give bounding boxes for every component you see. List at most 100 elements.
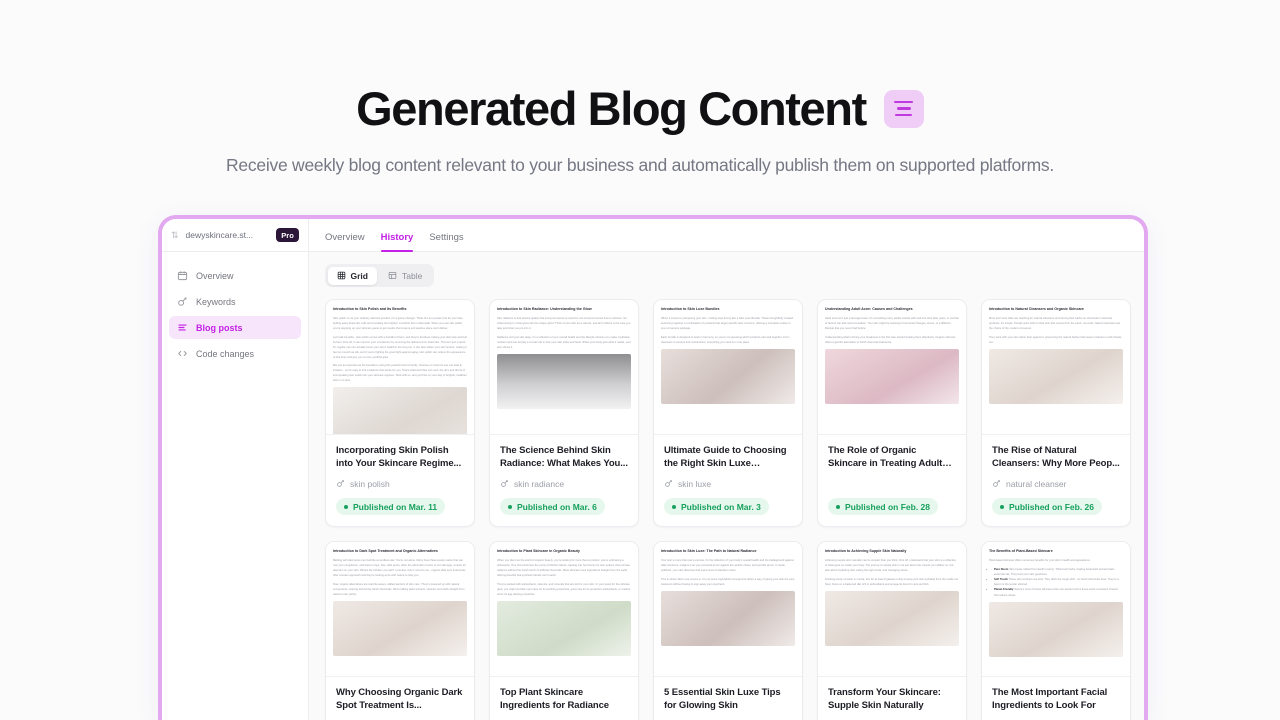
- sidebar-item-blog-posts[interactable]: Blog posts: [169, 316, 301, 339]
- preview-heading: Introduction to Skin Radiance: Understan…: [497, 307, 592, 311]
- page-header: Generated Blog Content Receive weekly bl…: [0, 0, 1280, 176]
- preview-heading: The Benefits of Plant-Based Skincare: [989, 549, 1053, 553]
- preview-paragraph: Drinking plenty of water is crucial, aim…: [825, 577, 959, 586]
- preview-image: [989, 348, 1123, 404]
- card-preview: Introduction to Dark Spot Treatment and …: [326, 542, 474, 677]
- card-keyword: skin polish: [336, 478, 464, 489]
- card-title: Incorporating Skin Polish into Your Skin…: [336, 445, 462, 470]
- card-meta: The Science Behind Skin Radiance: What M…: [490, 435, 638, 526]
- card-meta: Transform Your Skincare: Supple Skin Nat…: [818, 677, 966, 720]
- card-keyword-label: skin polish: [350, 478, 390, 489]
- preview-bullet: Planet-Friendly Nature's trove of these …: [994, 587, 1123, 597]
- status-dot: [1000, 504, 1004, 509]
- view-toggle-grid[interactable]: Grid: [327, 266, 377, 285]
- tab-history[interactable]: History: [380, 232, 413, 252]
- preview-image: [661, 590, 795, 646]
- sidebar-item-label: Overview: [196, 270, 234, 281]
- blog-card[interactable]: Introduction to Natural Cleansers and Or…: [981, 299, 1131, 527]
- view-toggle-grid-label: Grid: [350, 270, 368, 281]
- lines-icon: [178, 324, 187, 331]
- card-keyword-label: natural cleanser: [1006, 478, 1067, 489]
- card-preview: The Benefits of Plant-Based Skincare Plan…: [982, 542, 1130, 677]
- preview-heading: Understanding Adult Acne: Causes and Cha…: [825, 307, 913, 311]
- preview-image: [497, 353, 631, 409]
- status-badge: Published on Mar. 11: [336, 498, 446, 515]
- blog-card[interactable]: Understanding Adult Acne: Causes and Cha…: [817, 299, 967, 527]
- card-title: The Most Important Facial Ingredients to…: [992, 687, 1108, 712]
- preview-image: [333, 600, 467, 656]
- card-keyword-label: skin radiance: [514, 478, 565, 489]
- blog-card[interactable]: Introduction to Dark Spot Treatment and …: [325, 541, 475, 720]
- preview-paragraph: Skin polish is not your ordinary skincar…: [333, 317, 464, 331]
- sidebar-item-label: Keywords: [196, 296, 236, 307]
- card-title: Why Choosing Organic Dark Spot Treatment…: [336, 687, 463, 712]
- preview-paragraph: Radiance isn't just skin deep, it's a re…: [497, 335, 631, 349]
- status-label: Published on Mar. 6: [517, 501, 597, 512]
- status-label: Published on Mar. 11: [353, 501, 438, 512]
- content-area: Grid Table Introduction to Skin Polish a…: [309, 252, 1144, 720]
- preview-image: [825, 348, 959, 404]
- preview-paragraph: This is where Skin Luxe comes in. It's n…: [661, 577, 795, 586]
- card-preview: Introduction to Skin Polish and Its Bene…: [326, 300, 474, 435]
- preview-heading: Introduction to Achieving Supple Skin Na…: [825, 549, 907, 553]
- table-icon: [388, 272, 397, 279]
- app-window: ⇅ dewyskincare.st... Pro Overview Keywor…: [158, 215, 1148, 720]
- blog-card[interactable]: Introduction to Skin Radiance: Understan…: [489, 299, 639, 527]
- preview-paragraph: Plant-based skincare offers numerous ben…: [989, 559, 1091, 563]
- preview-image: [661, 348, 795, 404]
- preview-paragraph: Adult acne isn't just a teenage issue. I…: [825, 317, 959, 331]
- status-badge: Published on Mar. 6: [500, 498, 605, 515]
- card-preview: Introduction to Plant Skincare in Organi…: [490, 542, 638, 677]
- blog-card[interactable]: Introduction to Skin Luxe: The Path to N…: [653, 541, 803, 720]
- preview-paragraph: When you dive into the world of organic …: [497, 559, 630, 578]
- preview-paragraph: Each bundle is designed to work in harmo…: [661, 335, 790, 344]
- blog-card[interactable]: The Benefits of Plant-Based Skincare Plan…: [981, 541, 1131, 720]
- sidebar-item-keywords[interactable]: Keywords: [169, 290, 301, 313]
- preview-paragraph: Now, organic alternatives are real life-…: [333, 582, 465, 596]
- card-preview: Introduction to Skin Luxe: The Path to N…: [654, 542, 802, 677]
- sidebar-item-overview[interactable]: Overview: [169, 264, 301, 287]
- code-icon: [178, 350, 187, 357]
- card-preview: Introduction to Natural Cleansers and Or…: [982, 300, 1130, 435]
- app-window-wrapper: ⇅ dewyskincare.st... Pro Overview Keywor…: [158, 215, 1148, 720]
- view-toggle-table[interactable]: Table: [379, 267, 431, 285]
- card-preview: Introduction to Skin Radiance: Understan…: [490, 300, 638, 435]
- plan-badge: Pro: [276, 228, 299, 242]
- card-meta: 5 Essential Skin Luxe Tips for Glowing S…: [654, 677, 802, 720]
- sidebar-item-label: Blog posts: [196, 322, 243, 333]
- tab-overview[interactable]: Overview: [325, 232, 365, 251]
- card-preview: Introduction to Achieving Supple Skin Na…: [818, 542, 966, 677]
- preview-paragraph: But just as important as the benefits is…: [333, 364, 467, 383]
- keyword-icon: [993, 480, 1000, 487]
- card-title: The Rise of Natural Cleansers: Why More …: [992, 445, 1120, 470]
- blog-lines-icon: [883, 89, 924, 128]
- sidebar-nav: Overview Keywords Blog posts Code change…: [162, 252, 308, 365]
- card-preview: Introduction to Skin Luxe Bundles When it…: [654, 300, 802, 435]
- view-toggle-table-label: Table: [401, 270, 423, 281]
- card-title: Ultimate Guide to Choosing the Right Ski…: [664, 445, 787, 470]
- calendar-icon: [177, 271, 188, 281]
- workspace-name: dewyskincare.st...: [185, 230, 254, 240]
- status-label: Published on Mar. 3: [681, 501, 761, 512]
- keyword-icon: [665, 480, 672, 487]
- card-preview: Understanding Adult Acne: Causes and Cha…: [818, 300, 966, 435]
- blog-card[interactable]: Introduction to Skin Luxe Bundles When it…: [653, 299, 803, 527]
- sidebar-item-code-changes[interactable]: Code changes: [169, 342, 301, 365]
- blog-card[interactable]: Introduction to Achieving Supple Skin Na…: [817, 541, 967, 720]
- keyword-icon: [501, 480, 508, 487]
- card-keyword-label: skin luxe: [678, 478, 712, 489]
- tab-settings[interactable]: Settings: [429, 232, 463, 251]
- card-title: Transform Your Skincare: Supple Skin Nat…: [828, 687, 941, 712]
- preview-paragraph: Skin radiance is that elusive quality th…: [497, 317, 631, 331]
- card-meta: The Rise of Natural Cleansers: Why More …: [982, 435, 1130, 526]
- main-panel: Overview History Settings Grid Table Int…: [309, 219, 1144, 720]
- blog-card[interactable]: Introduction to Plant Skincare in Organi…: [489, 541, 639, 720]
- sidebar-item-label: Code changes: [196, 348, 255, 359]
- blog-card[interactable]: Introduction to Skin Polish and Its Bene…: [325, 299, 475, 527]
- preview-paragraph: Let's talk benefits - skin polish comes …: [333, 335, 467, 359]
- card-title: 5 Essential Skin Luxe Tips for Glowing S…: [664, 687, 781, 712]
- blog-card-grid: Introduction to Skin Polish and Its Bene…: [325, 299, 1131, 720]
- card-title: The Science Behind Skin Radiance: What M…: [500, 445, 628, 470]
- preview-image: [825, 590, 959, 646]
- workspace-selector[interactable]: ⇅ dewyskincare.st... Pro: [162, 219, 308, 252]
